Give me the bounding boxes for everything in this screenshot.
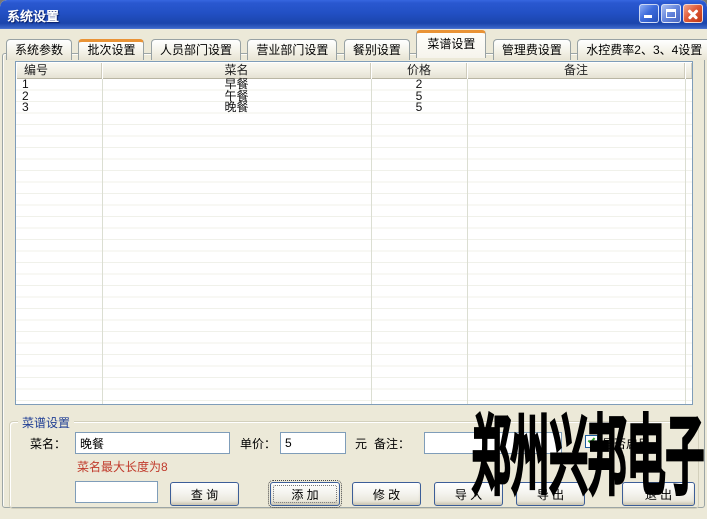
tab-strip: 系统参数 批次设置 人员部门设置 营业部门设置 餐别设置 菜谱设置 管理费设置 … [6, 32, 707, 58]
menu-list-view: 编号 菜名 价格 备注 1 早餐 2 2 午餐 5 [15, 61, 693, 405]
tab-system-params[interactable]: 系统参数 [6, 39, 72, 60]
system-settings-window: 系统设置 系统参数 批次设置 人员部门设置 营业部门设置 餐别设置 菜谱设置 管… [0, 0, 707, 519]
unit-price-input[interactable] [280, 432, 346, 454]
cell-remark [467, 102, 685, 114]
cell-number: 3 [16, 102, 102, 114]
window-controls [639, 4, 703, 23]
modify-button[interactable]: 修 改 [352, 482, 421, 506]
remark-input[interactable] [424, 432, 562, 454]
tab-personnel-dept[interactable]: 人员部门设置 [151, 39, 241, 60]
menu-settings-groupbox: 菜谱设置 菜名： 单价： 元 备注： 是否启用 菜名最大长度为8 查 询 添 加… [9, 421, 699, 509]
export-button[interactable]: 导 出 [516, 482, 585, 506]
cell-dish: 晚餐 [102, 102, 371, 114]
query-button[interactable]: 查 询 [170, 482, 239, 506]
import-button[interactable]: 导 入 [434, 482, 503, 506]
dish-name-label: 菜名： [30, 436, 66, 452]
tab-business-dept[interactable]: 营业部门设置 [247, 39, 337, 60]
enable-checkbox-label: 是否启用 [602, 436, 650, 452]
add-button[interactable]: 添 加 [270, 482, 340, 506]
check-icon [588, 436, 596, 444]
cell-remark [467, 79, 685, 91]
table-row[interactable]: 2 午餐 5 [16, 91, 692, 103]
max-length-warning: 菜名最大长度为8 [77, 458, 168, 475]
close-icon [684, 5, 702, 22]
title-bar[interactable]: 系统设置 [0, 0, 707, 29]
column-header-remark[interactable]: 备注 [467, 62, 685, 79]
tab-management-fee[interactable]: 管理费设置 [493, 39, 571, 60]
column-header-filler [685, 62, 692, 79]
minimize-button[interactable] [639, 4, 659, 23]
list-body: 1 早餐 2 2 午餐 5 3 晚餐 5 [16, 79, 692, 404]
cell-price: 5 [371, 102, 467, 114]
groupbox-title: 菜谱设置 [18, 414, 74, 431]
close-button[interactable] [683, 4, 703, 23]
exit-button[interactable]: 退 出 [622, 482, 695, 506]
tab-meal-type[interactable]: 餐别设置 [344, 39, 410, 60]
remark-label: 备注： [374, 436, 410, 452]
cell-remark [467, 91, 685, 103]
tab-page-panel: 编号 菜名 价格 备注 1 早餐 2 2 午餐 5 [2, 53, 705, 508]
list-header: 编号 菜名 价格 备注 [16, 62, 692, 79]
table-row[interactable]: 1 早餐 2 [16, 79, 692, 91]
tab-water-rate[interactable]: 水控费率2、3、4设置 [577, 39, 707, 60]
window-title: 系统设置 [7, 6, 59, 25]
table-row[interactable]: 3 晚餐 5 [16, 102, 692, 114]
maximize-button[interactable] [661, 4, 681, 23]
tab-batch-settings[interactable]: 批次设置 [78, 39, 144, 60]
maximize-icon [666, 9, 676, 18]
dish-name-input[interactable] [75, 432, 230, 454]
yuan-unit-label: 元 [355, 436, 367, 452]
search-input[interactable] [75, 481, 158, 503]
tab-menu-settings[interactable]: 菜谱设置 [416, 30, 486, 58]
minimize-icon [644, 15, 652, 18]
unit-price-label: 单价： [240, 436, 276, 452]
enable-checkbox[interactable] [585, 435, 598, 448]
